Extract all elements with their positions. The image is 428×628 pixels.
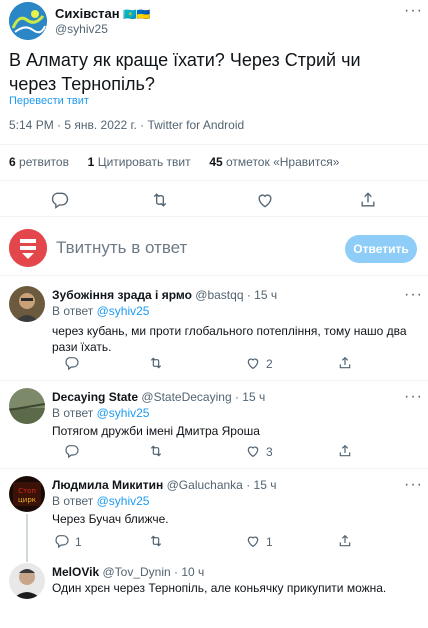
quotes-stat[interactable]: 1 Цитировать твит <box>88 155 194 169</box>
reply3-share-icon[interactable] <box>337 533 353 549</box>
reply2-header: Decaying State @StateDecaying · 15 ч <box>52 390 265 404</box>
reply2-text: Потягом дружби імені Дмитра Яроша <box>52 424 260 438</box>
main-tweet-meta[interactable]: 5:14 PM · 5 янв. 2022 г. · Twitter for A… <box>9 118 244 132</box>
reply2-avatar[interactable] <box>9 388 45 424</box>
main-tweet-stats: 6 ретвитов 1 Цитировать твит 45 отметок … <box>9 155 339 169</box>
reply3-reply-count: 1 <box>75 535 82 549</box>
reply4-text: Один хрєн через Тернопіль, але коньячку … <box>52 581 387 595</box>
reply1-avatar[interactable] <box>9 286 45 322</box>
reply2-author-name[interactable]: Decaying State <box>52 390 138 404</box>
reply2-reply-to[interactable]: @syhiv25 <box>97 406 150 420</box>
reply3-replying-to: В ответ @syhiv25 <box>52 494 149 508</box>
thread-connector <box>26 514 28 562</box>
reply1-text: через кубань, ми проти глобального потеп… <box>52 324 407 354</box>
reply2-time[interactable]: · 15 ч <box>235 390 265 404</box>
reply3-more-icon[interactable]: ··· <box>404 477 423 493</box>
reply3-reply-icon[interactable] <box>54 533 70 549</box>
main-tweet-text: В Алмату як краще їхати? Через Стрий чи … <box>9 50 361 94</box>
quotes-count: 1 <box>87 155 95 169</box>
reply1-header: Зубожіння зрада і ярмо @bastqq · 15 ч <box>52 288 277 302</box>
likes-stat[interactable]: 45 отметок «Нравится» <box>209 155 339 169</box>
reply2-share-icon[interactable] <box>337 443 353 459</box>
reply1-author-name[interactable]: Зубожіння зрада і ярмо <box>52 288 192 302</box>
reply2-more-icon[interactable]: ··· <box>404 389 423 405</box>
reply3-like-count: 1 <box>266 535 273 549</box>
share-icon[interactable] <box>358 190 378 210</box>
reply1-reply-to[interactable]: @syhiv25 <box>97 304 150 318</box>
reply1-replying-to: В ответ @syhiv25 <box>52 304 149 318</box>
retweets-label: ретвитов <box>19 155 69 169</box>
reply3-reply-prefix: В ответ <box>52 494 94 508</box>
reply4-time[interactable]: · 10 ч <box>174 565 204 579</box>
reply3-text: Через Бучач ближче. <box>52 512 169 526</box>
reply2-reply-prefix: В ответ <box>52 406 94 420</box>
flag-icons: 🇰🇿🇺🇦 <box>123 9 151 21</box>
reply-icon[interactable] <box>50 190 70 210</box>
like-icon[interactable] <box>255 190 275 210</box>
reply3-handle[interactable]: @Galuchanka <box>167 478 243 492</box>
reply-button[interactable]: Ответить <box>345 235 417 263</box>
likes-count: 45 <box>209 155 223 169</box>
reply1-like-count: 2 <box>266 357 273 371</box>
reply3-time[interactable]: · 15 ч <box>246 478 276 492</box>
main-author-avatar[interactable] <box>9 2 47 40</box>
reply2-reply-icon[interactable] <box>64 443 80 459</box>
reply1-retweet-icon[interactable] <box>148 355 164 371</box>
main-author-avatar-image <box>9 2 47 40</box>
main-author-name-row: Сихівстан 🇰🇿🇺🇦 <box>55 6 151 21</box>
reply3-header: Людмила Микитин @Galuchanka · 15 ч <box>52 478 276 492</box>
main-author-name[interactable]: Сихівстан <box>55 6 120 21</box>
reply1-reply-icon[interactable] <box>64 355 80 371</box>
reply3-avatar[interactable]: Стоп цирк <box>9 476 45 512</box>
retweet-icon[interactable] <box>150 190 170 210</box>
quotes-label: Цитировать твит <box>97 155 191 169</box>
reply2-like-count: 3 <box>266 445 273 459</box>
reply4-avatar[interactable] <box>9 563 45 599</box>
reply2-retweet-icon[interactable] <box>148 443 164 459</box>
likes-label: отметок «Нравится» <box>226 155 340 169</box>
reply1-reply-prefix: В ответ <box>52 304 94 318</box>
reply4-handle[interactable]: @Tov_Dynin <box>102 565 170 579</box>
reply4-header: MelOVik @Tov_Dynin · 10 ч <box>52 565 204 579</box>
retweets-count: 6 <box>9 155 16 169</box>
reply1-like-icon[interactable] <box>245 355 261 371</box>
reply3-author-name[interactable]: Людмила Микитин <box>52 478 163 492</box>
reply4-author-name[interactable]: MelOVik <box>52 565 99 579</box>
retweets-stat[interactable]: 6 ретвитов <box>9 155 72 169</box>
avatar4-text-line1: Стоп <box>18 487 36 495</box>
translate-link[interactable]: Перевести твит <box>9 95 89 107</box>
main-author-handle[interactable]: @syhiv25 <box>55 22 108 36</box>
reply1-time[interactable]: · 15 ч <box>247 288 277 302</box>
reply2-like-icon[interactable] <box>245 443 261 459</box>
reply1-more-icon[interactable]: ··· <box>404 287 423 303</box>
reply1-share-icon[interactable] <box>337 355 353 371</box>
reply1-handle[interactable]: @bastqq <box>195 288 243 302</box>
reply3-reply-to[interactable]: @syhiv25 <box>97 494 150 508</box>
main-more-icon[interactable]: ··· <box>404 3 423 19</box>
reply3-retweet-icon[interactable] <box>148 533 164 549</box>
reply2-replying-to: В ответ @syhiv25 <box>52 406 149 420</box>
reply2-handle[interactable]: @StateDecaying <box>141 390 231 404</box>
reply3-like-icon[interactable] <box>245 533 261 549</box>
avatar4-text-line2: цирк <box>18 496 36 504</box>
compose-avatar <box>9 229 47 267</box>
compose-placeholder[interactable]: Твитнуть в ответ <box>56 238 187 258</box>
